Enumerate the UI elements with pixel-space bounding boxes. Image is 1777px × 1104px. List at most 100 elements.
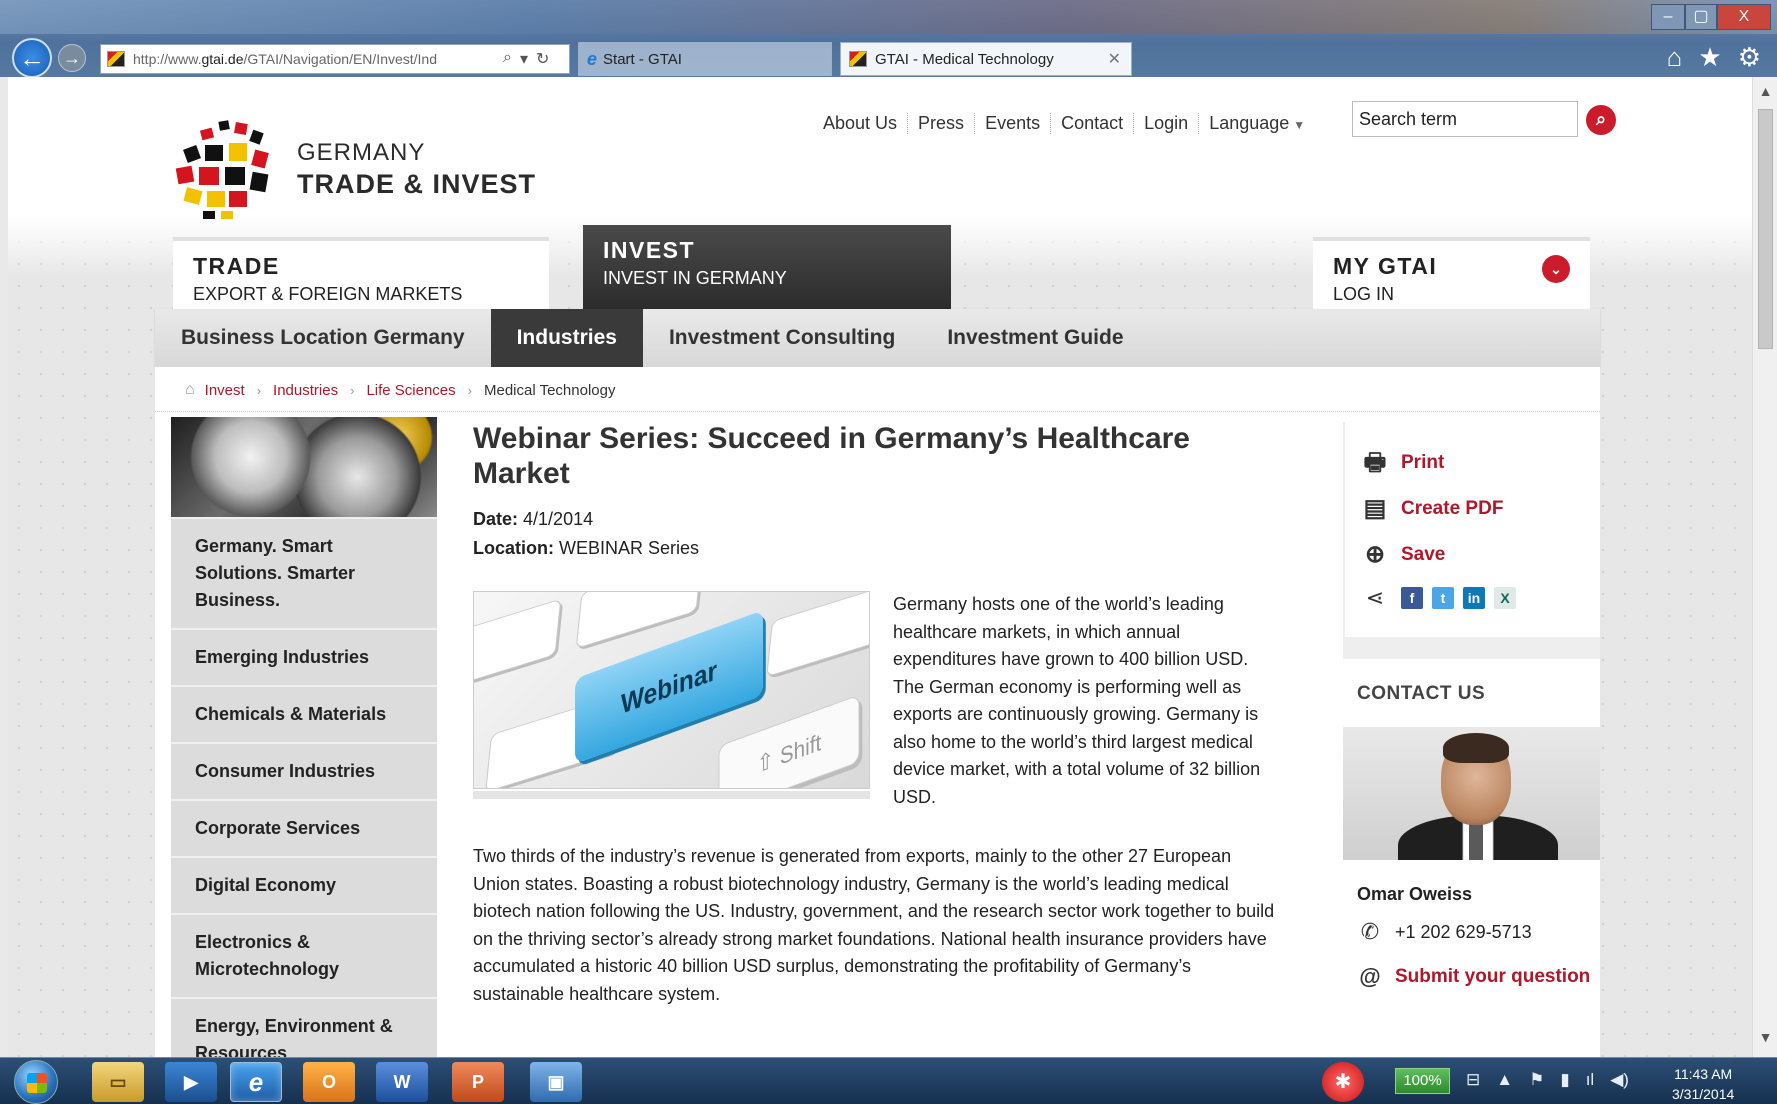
media-player-icon[interactable]: ▶ — [165, 1062, 217, 1102]
show-hidden-icons-icon[interactable]: ▲ — [1496, 1070, 1513, 1090]
sidebar-item-digital-economy[interactable]: Digital Economy — [171, 856, 437, 913]
nav-contact[interactable]: Contact — [1051, 113, 1135, 134]
xing-icon[interactable]: X — [1494, 587, 1516, 609]
scroll-thumb[interactable] — [1758, 109, 1773, 349]
tab-label: Start - GTAI — [603, 50, 682, 68]
submit-question-link[interactable]: @ Submit your question — [1357, 964, 1590, 990]
sidebar-item-smart-solutions[interactable]: Germany. Smart Solutions. Smarter Busine… — [171, 517, 437, 628]
url-text[interactable]: http://www.gtai.de/GTAI/Navigation/EN/In… — [133, 51, 499, 67]
file-explorer-icon[interactable]: ▭ — [92, 1062, 144, 1102]
breadcrumb-invest[interactable]: Invest — [205, 382, 245, 399]
tab-invest[interactable]: INVEST INVEST IN GERMANY — [583, 225, 951, 309]
search-input[interactable] — [1352, 101, 1578, 137]
twitter-icon[interactable]: t — [1432, 587, 1454, 609]
power-icon[interactable]: ▮ — [1560, 1070, 1569, 1090]
subnav-investment-guide[interactable]: Investment Guide — [921, 309, 1149, 367]
nav-about-us[interactable]: About Us — [813, 113, 909, 134]
sidebar-item-emerging-industries[interactable]: Emerging Industries — [171, 628, 437, 685]
linkedin-icon[interactable]: in — [1463, 587, 1485, 609]
network-icon[interactable]: ⊟ — [1466, 1070, 1480, 1090]
sidebar-item-electronics[interactable]: Electronics & Microtechnology — [171, 913, 437, 997]
tab-my-gtai[interactable]: MY GTAI LOG IN ⌄ — [1313, 237, 1590, 309]
tab-trade[interactable]: TRADE EXPORT & FOREIGN MARKETS — [173, 237, 549, 309]
vertical-scrollbar[interactable]: ▲ ▼ — [1752, 77, 1777, 1057]
subnav-industries[interactable]: Industries — [490, 309, 643, 367]
subnav-business-location[interactable]: Business Location Germany — [155, 309, 491, 367]
subnav-investment-consulting[interactable]: Investment Consulting — [643, 309, 921, 367]
page-tools: 🖶 Print ▤ Create PDF ⊕ Save ⋖ f t in X — [1343, 422, 1600, 637]
nav-login[interactable]: Login — [1134, 113, 1200, 134]
minimize-button[interactable]: – — [1651, 4, 1685, 30]
internet-explorer-icon[interactable]: e — [230, 1062, 282, 1102]
system-tray: ⊟ ▲ ⚑ ▮ ıl ◀) — [1466, 1070, 1629, 1090]
forward-button[interactable]: → — [58, 44, 86, 72]
breadcrumb-life-sciences[interactable]: Life Sciences — [366, 382, 455, 399]
sidebar-item-chemicals-materials[interactable]: Chemicals & Materials — [171, 685, 437, 742]
print-link[interactable]: 🖶 Print — [1359, 440, 1600, 486]
start-button[interactable] — [14, 1060, 58, 1104]
remote-desktop-icon[interactable]: ▣ — [530, 1062, 582, 1102]
tab-start-gtai[interactable]: e Start - GTAI — [578, 42, 832, 76]
sidebar-item-corporate-services[interactable]: Corporate Services — [171, 799, 437, 856]
site-favicon-icon — [107, 51, 125, 67]
sidebar-item-energy[interactable]: Energy, Environment & Resources — [171, 997, 437, 1057]
language-label: Language — [1209, 113, 1290, 133]
back-button[interactable]: ← — [12, 38, 52, 78]
close-window-button[interactable]: X — [1717, 4, 1771, 30]
home-icon[interactable]: ⌂ — [1667, 42, 1683, 73]
create-pdf-link[interactable]: ▤ Create PDF — [1359, 486, 1600, 532]
home-icon[interactable]: ⌂ — [185, 381, 195, 399]
close-tab-icon[interactable]: ✕ — [1108, 49, 1121, 69]
battery-indicator[interactable]: 100% — [1395, 1068, 1450, 1094]
volume-icon[interactable]: ◀) — [1610, 1070, 1629, 1090]
word-icon[interactable]: W — [376, 1062, 428, 1102]
dropdown-icon[interactable]: ▾ — [520, 49, 528, 69]
service-nav: About Us Press Events Contact Login Lang… — [813, 113, 1315, 134]
chevron-down-icon[interactable]: ⌄ — [1542, 255, 1570, 283]
divider — [155, 411, 1600, 412]
clock-time: 11:43 AM — [1674, 1066, 1733, 1082]
window-titlebar — [0, 0, 1777, 34]
keyboard-key — [766, 592, 869, 678]
save-link[interactable]: ⊕ Save — [1359, 532, 1600, 578]
system-clock[interactable]: 11:43 AM 3/31/2014 — [1672, 1064, 1734, 1104]
article-paragraph-1: Germany hosts one of the world’s leading… — [893, 594, 1261, 807]
signal-icon[interactable]: ıl — [1586, 1070, 1595, 1090]
search-button[interactable]: ⌕ — [1586, 105, 1616, 135]
date-label: Date: — [473, 509, 519, 529]
clock-date: 3/31/2014 — [1672, 1086, 1735, 1102]
powerpoint-icon[interactable]: P — [452, 1062, 504, 1102]
gtai-logo[interactable]: GERMANY TRADE & INVEST — [171, 117, 536, 222]
refresh-icon[interactable]: ↻ — [536, 49, 549, 69]
action-center-flag-icon[interactable]: ⚑ — [1529, 1070, 1544, 1090]
breadcrumb-industries[interactable]: Industries — [273, 382, 338, 399]
shift-key: ⇧ Shift — [718, 694, 860, 788]
search-icon[interactable]: ⌕ — [503, 49, 512, 69]
windows-taskbar: ▭ ▶ e O W P ▣ ✱ 100% ⊟ ▲ ⚑ ▮ ıl ◀) 11:43… — [0, 1057, 1777, 1104]
address-bar[interactable]: http://www.gtai.de/GTAI/Navigation/EN/In… — [100, 44, 570, 74]
contact-photo — [1343, 727, 1600, 860]
tab-invest-title: INVEST — [603, 237, 696, 263]
save-label: Save — [1401, 544, 1446, 565]
nav-press[interactable]: Press — [908, 113, 976, 134]
url-path: /GTAI/Navigation/EN/Invest/Ind — [243, 51, 438, 67]
tab-my-gtai-login[interactable]: LOG IN — [1333, 284, 1570, 305]
browser-toolbar-icons: ⌂ ★ ⚙ — [1667, 42, 1761, 73]
url-domain: gtai.de — [201, 51, 244, 67]
gear-icon[interactable]: ⚙ — [1738, 42, 1761, 73]
shift-key-label: ⇧ Shift — [756, 728, 822, 779]
facebook-icon[interactable]: f — [1401, 587, 1423, 609]
windows-logo-icon — [27, 1073, 47, 1093]
breadcrumb-separator-icon: › — [256, 382, 262, 398]
language-selector[interactable]: Language ▼ — [1199, 113, 1315, 134]
favorites-star-icon[interactable]: ★ — [1698, 42, 1721, 73]
url-prefix: http://www. — [133, 51, 202, 67]
sidebar-item-consumer-industries[interactable]: Consumer Industries — [171, 742, 437, 799]
scroll-down-icon[interactable]: ▼ — [1753, 1029, 1777, 1051]
nav-events[interactable]: Events — [975, 113, 1052, 134]
tab-medical-technology[interactable]: GTAI - Medical Technology ✕ — [840, 42, 1132, 76]
tray-app-icon[interactable]: ✱ — [1322, 1062, 1364, 1102]
outlook-icon[interactable]: O — [303, 1062, 355, 1102]
scroll-up-icon[interactable]: ▲ — [1753, 83, 1777, 105]
maximize-button[interactable]: ▢ — [1685, 4, 1717, 30]
